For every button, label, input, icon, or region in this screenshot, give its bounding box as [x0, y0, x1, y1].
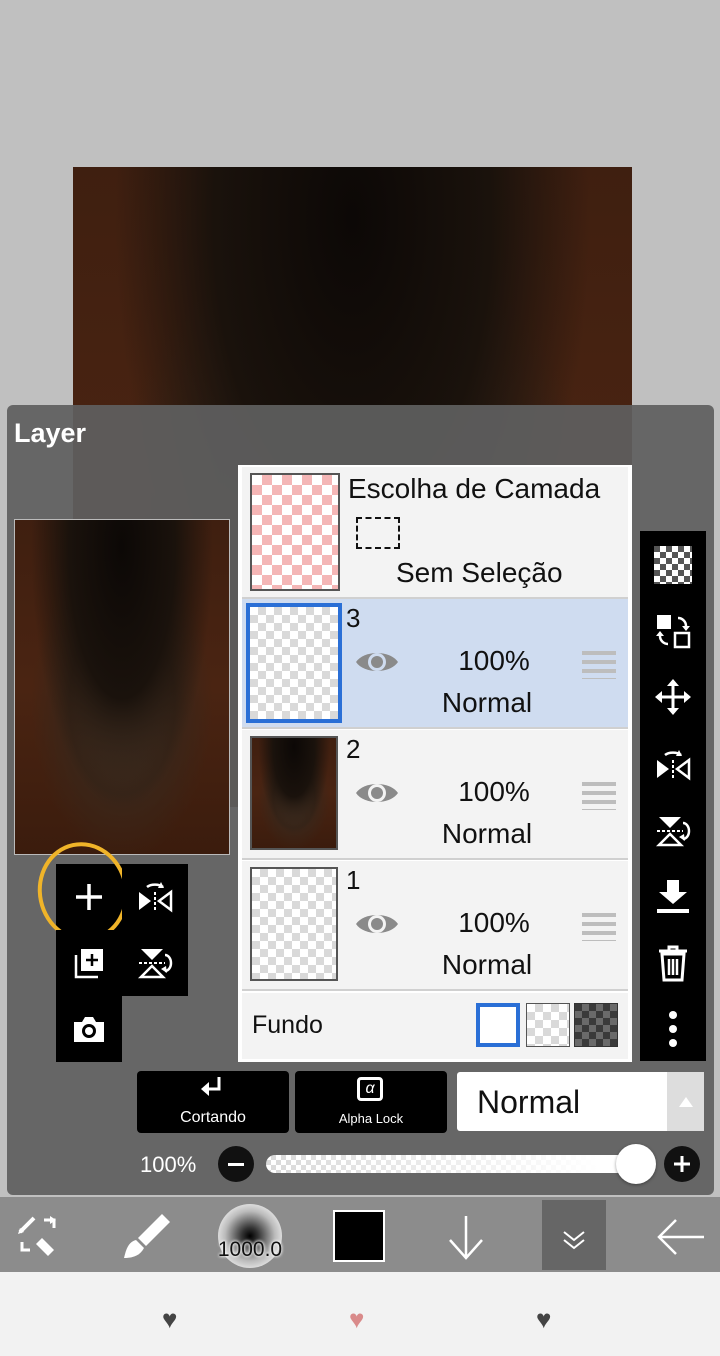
swap-layer-button[interactable]: [640, 597, 706, 665]
layer-thumbnail: [246, 603, 342, 723]
blend-mode-value: Normal: [477, 1084, 581, 1120]
brush-size-button[interactable]: 1000.0: [218, 1204, 282, 1268]
more-vertical-icon: [669, 1011, 677, 1047]
selection-layer-row[interactable]: Escolha de Camada Sem Seleção: [242, 467, 628, 599]
layer-row-1[interactable]: 1 100% Normal: [242, 861, 628, 991]
layer-down-button[interactable]: [442, 1212, 490, 1262]
layer-tools-column: [640, 531, 706, 1061]
trash-icon: [659, 945, 687, 982]
background-white-swatch[interactable]: [476, 1003, 520, 1047]
flip-horizontal-icon: [139, 882, 173, 913]
eye-icon[interactable]: [354, 647, 400, 677]
move-button[interactable]: [640, 663, 706, 731]
transparent-fill-button[interactable]: [640, 531, 706, 599]
flip-horizontal-tool-button[interactable]: [640, 731, 706, 799]
layer-row-3[interactable]: 3 100% Normal: [242, 599, 628, 729]
clipping-arrow-icon: [201, 1077, 221, 1096]
blend-mode-dropdown[interactable]: [667, 1072, 704, 1131]
swap-icon: [656, 615, 691, 649]
delete-layer-button[interactable]: [640, 929, 706, 997]
double-chevron-down-icon: [563, 1231, 585, 1250]
selection-thumbnail: [250, 473, 340, 591]
transform-tool-button[interactable]: [14, 1212, 62, 1260]
flip-vertical-icon: [655, 817, 691, 847]
transform-icon: [18, 1216, 56, 1256]
camera-button[interactable]: [56, 996, 122, 1062]
plus-icon: [674, 1156, 690, 1172]
copy-layer-button[interactable]: [56, 930, 122, 996]
flip-vertical-tool-button[interactable]: [640, 797, 706, 865]
brush-tool-button[interactable]: [118, 1210, 174, 1262]
selection-layer-title: Escolha de Camada: [348, 473, 601, 504]
layer-panel-toggle-button[interactable]: [542, 1200, 606, 1270]
opacity-slider-track[interactable]: [266, 1155, 636, 1173]
drag-handle-icon[interactable]: [582, 913, 616, 941]
more-options-button[interactable]: [640, 995, 706, 1063]
eye-icon[interactable]: [354, 909, 400, 939]
layer-blend-mode: Normal: [441, 687, 533, 718]
arrow-left-icon: [657, 1219, 704, 1255]
color-swatch-button[interactable]: [333, 1210, 385, 1262]
heart-icon[interactable]: ♥: [162, 1304, 177, 1335]
marquee-icon: [356, 517, 400, 549]
flip-vertical-icon: [137, 949, 173, 979]
clipping-label: Cortando: [180, 1109, 246, 1126]
chevron-up-icon: [678, 1096, 693, 1107]
merge-down-button[interactable]: [640, 863, 706, 931]
layer-thumbnail: [250, 867, 338, 981]
drag-handle-icon[interactable]: [582, 782, 616, 810]
layer-opacity: 100%: [458, 907, 530, 938]
flip-vertical-button[interactable]: [122, 930, 188, 996]
opacity-label: 100%: [140, 1152, 197, 1177]
clipping-button[interactable]: Cortando: [137, 1071, 289, 1133]
merge-down-icon: [657, 880, 689, 913]
opacity-decrease-button[interactable]: [218, 1146, 254, 1182]
opacity-slider-fill: [266, 1155, 636, 1173]
alpha-lock-label: Alpha Lock: [338, 1111, 404, 1126]
layer-number: 3: [346, 603, 361, 633]
back-button[interactable]: [654, 1214, 708, 1260]
background-transparent-swatch[interactable]: [526, 1003, 570, 1047]
lock-icon: α: [357, 1077, 383, 1101]
minus-icon: [228, 1162, 244, 1166]
opacity-slider-thumb[interactable]: [616, 1144, 656, 1184]
blend-mode-select[interactable]: Normal: [457, 1072, 704, 1131]
flip-horizontal-icon: [657, 750, 691, 781]
selection-status: Sem Seleção: [396, 557, 563, 588]
move-arrows-icon: [655, 679, 691, 715]
background-dark-swatch[interactable]: [574, 1003, 618, 1047]
panel-title: Layer: [14, 418, 87, 448]
layer-preview-image: [14, 519, 230, 855]
layer-blend-mode: Normal: [441, 949, 533, 980]
alpha-lock-button[interactable]: α Alpha Lock: [295, 1071, 447, 1133]
layer-number: 1: [346, 865, 361, 895]
layer-number: 2: [346, 734, 361, 764]
checkerboard-icon: [654, 546, 692, 584]
background-label: Fundo: [252, 1011, 323, 1039]
brush-icon: [124, 1214, 170, 1258]
layer-row-2[interactable]: 2 100% Normal: [242, 730, 628, 860]
flip-horizontal-button[interactable]: [122, 864, 188, 930]
duplicate-layer-icon: [74, 949, 103, 979]
layer-opacity: 100%: [458, 645, 530, 676]
alpha-symbol: α: [365, 1080, 375, 1097]
brush-size-value: 1000.0: [217, 1238, 283, 1261]
layer-thumbnail: [250, 736, 338, 850]
opacity-increase-button[interactable]: [664, 1146, 700, 1182]
eye-icon[interactable]: [354, 778, 400, 808]
layer-blend-mode: Normal: [441, 818, 533, 849]
heart-icon[interactable]: ♥: [536, 1304, 551, 1335]
heart-icon-active[interactable]: ♥: [349, 1304, 364, 1335]
background-row: Fundo: [242, 993, 628, 1059]
drag-handle-icon[interactable]: [582, 651, 616, 679]
arrow-down-icon: [449, 1216, 483, 1260]
camera-icon: [74, 1017, 104, 1042]
layer-opacity: 100%: [458, 776, 530, 807]
